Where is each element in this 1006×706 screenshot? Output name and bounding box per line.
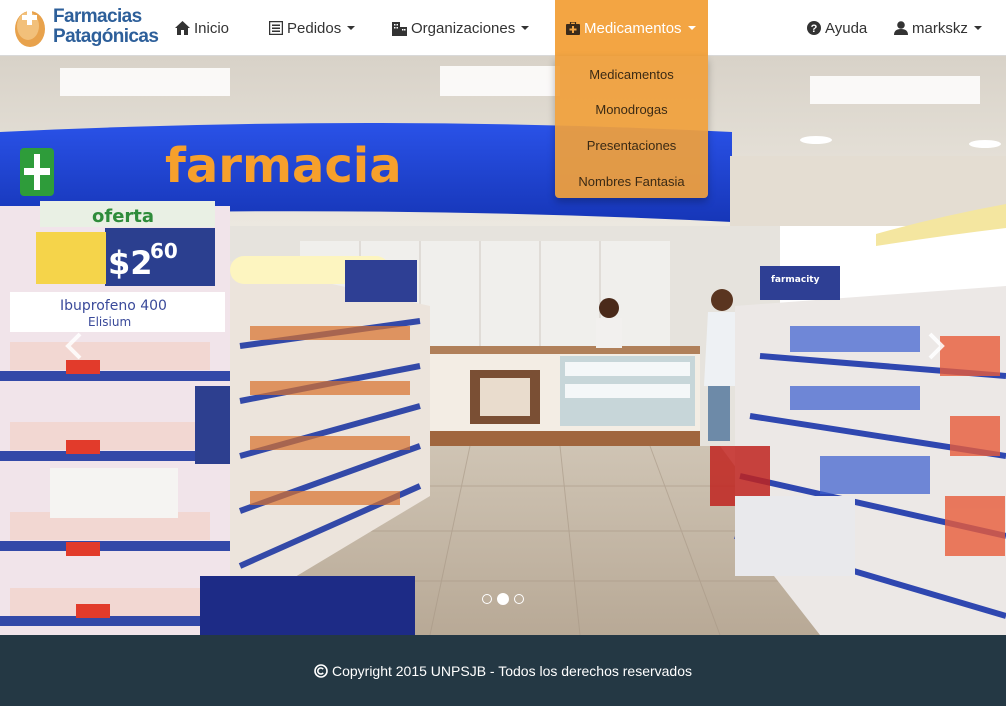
- brand-name: Farmacias Patagónicas: [53, 6, 159, 47]
- home-icon: [175, 21, 190, 35]
- dropdown-item-monodrogas[interactable]: Monodrogas: [555, 102, 708, 117]
- svg-text:?: ?: [811, 23, 818, 35]
- carousel-indicator-2[interactable]: [497, 593, 509, 605]
- brand-line-1: Farmacias: [53, 6, 142, 27]
- medicamentos-dropdown-menu: Medicamentos Monodrogas Presentaciones N…: [555, 56, 708, 198]
- nav-medicamentos-label: Medicamentos: [584, 19, 682, 37]
- nav-pedidos-label: Pedidos: [287, 19, 342, 37]
- carousel-indicator-3[interactable]: [514, 594, 524, 604]
- carousel: farmacia oferta $2 60 Ibuprofeno 400 Eli…: [0, 56, 1006, 635]
- question-circle-icon: ?: [807, 21, 821, 35]
- chevron-down-icon: [687, 26, 696, 30]
- building-icon: [392, 21, 407, 36]
- price-cents-text: 60: [150, 239, 178, 263]
- carousel-slide-image: farmacia oferta $2 60 Ibuprofeno 400 Eli…: [0, 56, 1006, 635]
- nav-user[interactable]: markskz: [894, 0, 982, 56]
- chevron-down-icon: [521, 26, 530, 30]
- chevron-left-icon: [65, 332, 82, 360]
- brand-line-2: Patagónicas: [53, 26, 159, 47]
- navbar: Farmacias Patagónicas Inicio Pedidos Org…: [0, 0, 1006, 56]
- medkit-icon: [566, 21, 580, 35]
- product-name-text: Ibuprofeno 400: [60, 298, 167, 314]
- footer-copyright-text: Copyright 2015 UNPSJB - Todos los derech…: [331, 662, 693, 679]
- nav-ayuda[interactable]: ? Ayuda: [807, 0, 867, 56]
- carousel-next-button[interactable]: [920, 326, 950, 366]
- nav-pedidos[interactable]: Pedidos: [269, 0, 356, 56]
- nav-ayuda-label: Ayuda: [825, 19, 868, 37]
- farmacia-sign-text: farmacia: [165, 138, 402, 194]
- chevron-down-icon: [973, 26, 982, 30]
- nav-medicamentos[interactable]: Medicamentos: [555, 0, 708, 56]
- footer: Copyright 2015 UNPSJB - Todos los derech…: [0, 635, 1006, 706]
- product-brand-text: Elisium: [88, 315, 131, 329]
- list-alt-icon: [269, 21, 283, 35]
- dropdown-item-presentaciones[interactable]: Presentaciones: [555, 138, 708, 153]
- nav-organizaciones-label: Organizaciones: [411, 19, 516, 37]
- brand[interactable]: Farmacias Patagónicas: [13, 4, 159, 50]
- dropdown-item-medicamentos[interactable]: Medicamentos: [555, 67, 708, 82]
- store-sign-text: farmacity: [771, 275, 820, 285]
- dropdown-item-nombres-fantasia[interactable]: Nombres Fantasia: [555, 174, 708, 189]
- copyright-icon: [314, 663, 328, 678]
- nav-inicio-label: Inicio: [194, 19, 230, 37]
- nav-inicio[interactable]: Inicio: [175, 0, 229, 56]
- nav-organizaciones[interactable]: Organizaciones: [392, 0, 530, 56]
- carousel-indicator-1[interactable]: [482, 594, 492, 604]
- nav-user-label: markskz: [912, 19, 968, 37]
- user-icon: [894, 21, 908, 35]
- carousel-indicators: [482, 592, 526, 606]
- price-text: $2: [108, 244, 153, 282]
- chevron-right-icon: [928, 332, 945, 360]
- chevron-down-icon: [347, 26, 356, 30]
- pill-cross-logo: [13, 6, 47, 48]
- oferta-tag-text: oferta: [92, 206, 154, 227]
- carousel-prev-button[interactable]: [60, 326, 90, 366]
